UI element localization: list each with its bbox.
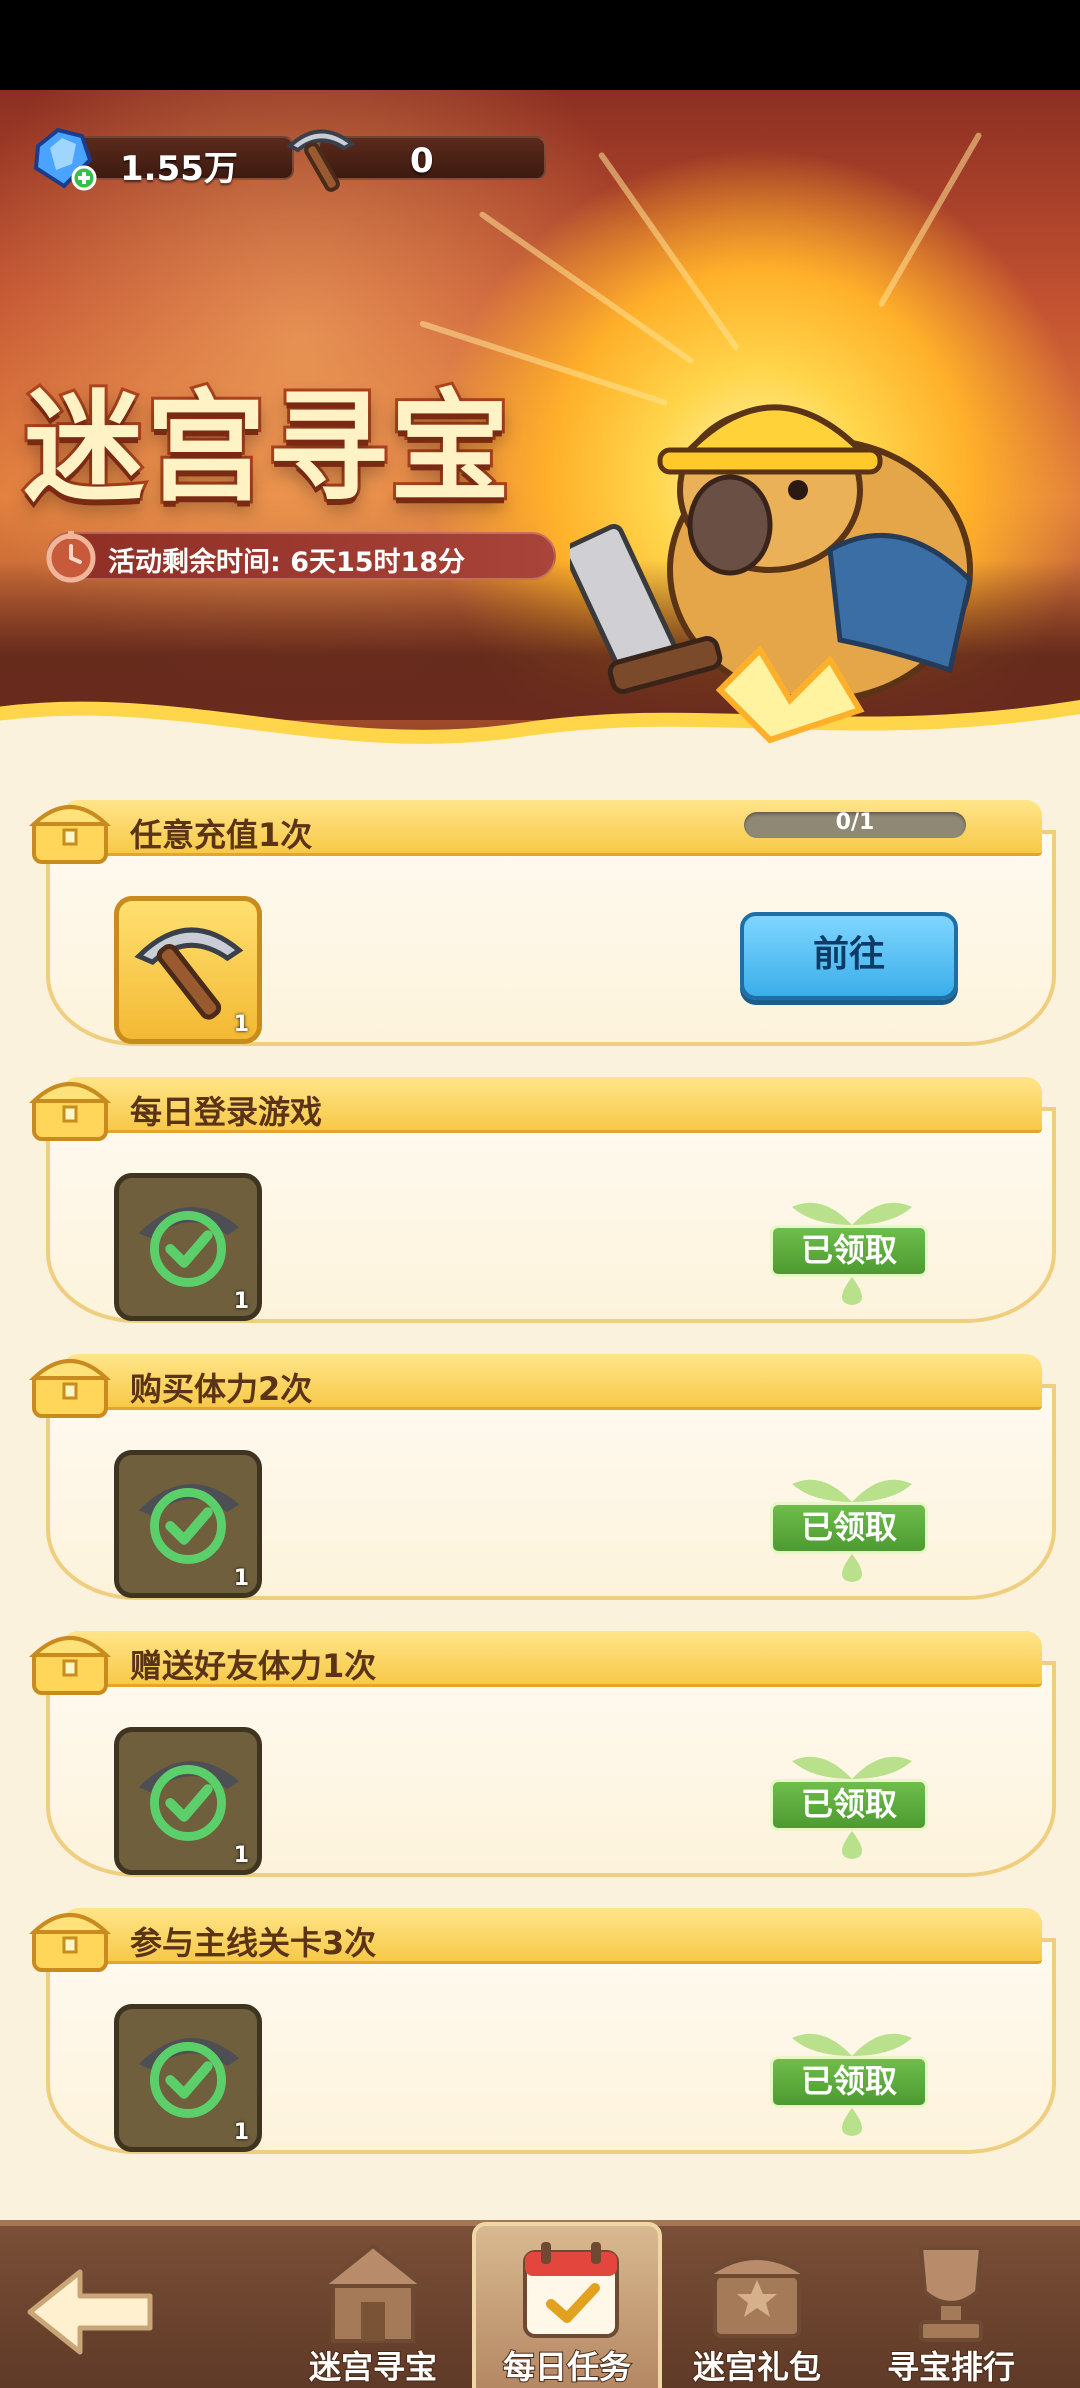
- go-button[interactable]: 前往: [740, 912, 958, 1000]
- status-bar: [0, 0, 1080, 90]
- claimed-label: 已领取: [770, 2056, 928, 2108]
- trophy-icon: [918, 2246, 984, 2342]
- tab-label: 寻宝排行: [886, 2347, 1016, 2387]
- reward-count: 1: [233, 1566, 249, 1591]
- reward-count: 1: [233, 1012, 249, 1037]
- tab-maze-treasure[interactable]: 迷宫寻宝: [278, 2226, 468, 2388]
- task-title: 每日登录游戏: [130, 1093, 323, 1131]
- claimed-badge: 已领取: [762, 1749, 942, 1859]
- claimed-label: 已领取: [770, 1225, 928, 1277]
- reward-count: 1: [233, 2120, 249, 2145]
- reward-item: 1: [114, 1727, 262, 1875]
- shop-icon: [700, 2256, 814, 2338]
- calendar-icon: [523, 2242, 619, 2338]
- task-progress-text: 0/1: [835, 810, 875, 835]
- claimed-label: 已领取: [770, 1502, 928, 1554]
- claimed-label: 已领取: [770, 1779, 928, 1831]
- treasure-chest-icon: [28, 1359, 112, 1418]
- clock-icon: [46, 531, 96, 583]
- reward-item: 1: [114, 1173, 262, 1321]
- reward-count: 1: [233, 1289, 249, 1314]
- reward-item: 1: [114, 1450, 262, 1598]
- treasure-chest-icon: [28, 1082, 112, 1141]
- tab-maze-gift-pack[interactable]: 迷宫礼包: [662, 2226, 852, 2388]
- task-item: 任意充值1次 0/1 1 前往: [22, 790, 1062, 1048]
- event-timer: 活动剩余时间: 6天15时18分: [46, 531, 556, 583]
- tab-label: 迷宫礼包: [692, 2347, 822, 2387]
- back-arrow-icon[interactable]: [20, 2262, 160, 2362]
- task-item: 赠送好友体力1次 1 已领取: [22, 1621, 1062, 1879]
- bottom-nav: 迷宫寻宝 每日任务 迷宫礼包 寻宝排行: [0, 2220, 1080, 2388]
- event-title-text: 迷宫寻宝: [21, 376, 513, 521]
- gem-count: 1.55万: [120, 149, 238, 189]
- treasure-chest-icon: [28, 1636, 112, 1695]
- reward-item: 1: [114, 2004, 262, 2152]
- capybara-miner-mascot: [570, 404, 973, 744]
- task-item: 购买体力2次 1 已领取: [22, 1344, 1062, 1602]
- tab-daily-tasks[interactable]: 每日任务: [472, 2222, 662, 2388]
- treasure-chest-icon: [28, 1913, 112, 1972]
- task-item: 每日登录游戏 1 已领取: [22, 1067, 1062, 1325]
- treasure-chest-icon: [28, 805, 112, 864]
- tab-label: 迷宫寻宝: [308, 2347, 438, 2387]
- gem-icon: [33, 127, 97, 191]
- tab-label: 每日任务: [502, 2347, 632, 2387]
- pickaxe-count: 0: [410, 141, 434, 181]
- task-title: 购买体力2次: [130, 1370, 313, 1408]
- reward-item[interactable]: 1: [114, 896, 262, 1044]
- event-title: 迷宫寻宝: [21, 350, 513, 524]
- reward-count: 1: [233, 1843, 249, 1868]
- task-progress-bar: 0/1: [744, 810, 966, 838]
- task-item: 参与主线关卡3次 1 已领取: [22, 1898, 1062, 2156]
- task-title: 参与主线关卡3次: [130, 1924, 377, 1962]
- currency-bar: 1.55万 0: [28, 127, 546, 192]
- tab-treasure-ranking[interactable]: 寻宝排行: [856, 2226, 1046, 2388]
- claimed-badge: 已领取: [762, 1195, 942, 1305]
- event-timer-text: 活动剩余时间: 6天15时18分: [108, 547, 466, 578]
- pickaxe-icon: [286, 129, 356, 192]
- task-title: 赠送好友体力1次: [130, 1647, 377, 1685]
- claimed-badge: 已领取: [762, 2026, 942, 2136]
- claimed-badge: 已领取: [762, 1472, 942, 1582]
- task-title: 任意充值1次: [130, 816, 313, 854]
- temple-icon: [317, 2243, 429, 2343]
